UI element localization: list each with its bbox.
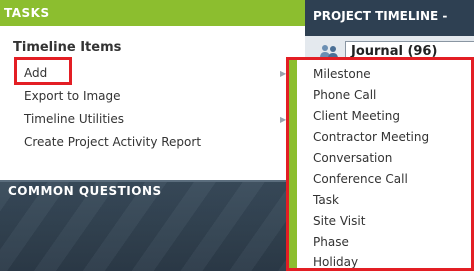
submenu-arrow-icon: ▶ <box>280 115 287 124</box>
submenu-item-client-meeting[interactable]: Client Meeting <box>313 109 400 123</box>
common-questions-panel: COMMON QUESTIONS <box>0 180 305 271</box>
common-questions-header[interactable]: COMMON QUESTIONS <box>8 184 162 198</box>
submenu-item-site-visit[interactable]: Site Visit <box>313 214 365 228</box>
submenu-stripe <box>289 60 297 270</box>
submenu-item-milestone[interactable]: Milestone <box>313 67 371 81</box>
section-title-timeline-items: Timeline Items <box>13 40 122 55</box>
tasks-header: TASKS <box>0 0 305 26</box>
submenu-item-task[interactable]: Task <box>313 193 339 207</box>
submenu-item-phase[interactable]: Phase <box>313 235 349 249</box>
task-timeline-utilities[interactable]: Timeline Utilities <box>24 112 124 126</box>
tasks-panel: Timeline Items Add ▶ Export to Image Tim… <box>0 26 305 180</box>
task-create-project-activity-report[interactable]: Create Project Activity Report <box>24 135 201 149</box>
submenu-item-holiday[interactable]: Holiday <box>313 255 358 269</box>
add-highlight-box <box>14 57 72 85</box>
submenu-item-conference-call[interactable]: Conference Call <box>313 172 408 186</box>
add-submenu: Milestone Phone Call Client Meeting Cont… <box>287 58 474 271</box>
submenu-item-phone-call[interactable]: Phone Call <box>313 88 376 102</box>
task-export-to-image[interactable]: Export to Image <box>24 89 121 103</box>
divider <box>0 180 305 182</box>
project-timeline-header: PROJECT TIMELINE - <box>305 0 474 36</box>
submenu-item-contractor-meeting[interactable]: Contractor Meeting <box>313 130 429 144</box>
submenu-item-conversation[interactable]: Conversation <box>313 151 392 165</box>
submenu-arrow-icon: ▶ <box>280 69 287 78</box>
